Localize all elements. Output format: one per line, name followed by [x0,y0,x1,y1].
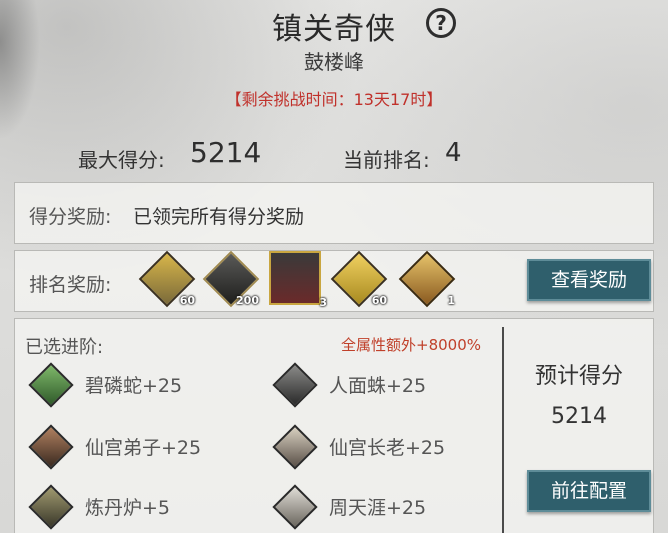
page-title: 镇关奇侠 [272,12,396,47]
reward-item[interactable]: 3 [267,251,327,309]
score-reward-panel: 得分奖励: 已领完所有得分奖励 [14,182,654,244]
score-reward-status: 已领完所有得分奖励 [133,206,305,228]
estimated-score-label: 预计得分 [534,364,623,389]
unit-name: 炼丹炉+5 [85,497,171,519]
unit-name: 周天涯+25 [329,497,427,519]
spider-icon [272,362,318,408]
rank-value: 4 [445,138,462,168]
go-configure-button[interactable]: 前往配置 [527,470,651,512]
reward-item[interactable]: 1 [398,250,457,308]
estimated-score-value: 5214 [551,404,607,429]
view-rewards-button[interactable]: 查看奖励 [527,259,651,301]
rank-label: 当前排名: [343,148,430,172]
challenge-timer: 【剩余挑战时间：13天17时】 [225,90,443,109]
elder-portrait-icon [272,424,318,470]
rank-reward-panel: 排名奖励: 60 200 3 60 1 查看奖励 [14,250,654,312]
hero-portrait-icon [269,251,321,305]
rank-reward-label: 排名奖励: [29,274,112,296]
unit-name: 人面蛛+25 [329,375,427,397]
old-man-portrait-icon [272,484,318,530]
reward-count: 3 [319,296,327,309]
reward-count: 60 [371,294,387,307]
green-snake-icon [28,362,74,408]
advancement-label: 已选进阶: [25,337,104,358]
unit-name: 碧磷蛇+25 [85,375,183,397]
reward-item[interactable]: 60 [138,250,197,308]
reward-count: 200 [236,294,259,307]
disciple-portrait-icon [28,424,74,470]
reward-count: 60 [179,294,195,307]
score-reward-label: 得分奖励: [29,206,112,228]
attribute-bonus: 全属性额外+8000% [341,336,481,354]
reward-item[interactable]: 60 [330,250,389,308]
unit-name: 仙宫弟子+25 [85,437,202,459]
unit-name: 仙宫长老+25 [329,437,446,459]
reward-item[interactable]: 200 [202,250,261,308]
reward-count: 1 [447,294,455,307]
question-circle-icon[interactable]: ? [426,8,456,38]
max-score-value: 5214 [190,136,262,169]
max-score-label: 最大得分: [78,148,165,172]
stage-name: 鼓楼峰 [304,50,364,74]
furnace-icon [28,484,74,530]
